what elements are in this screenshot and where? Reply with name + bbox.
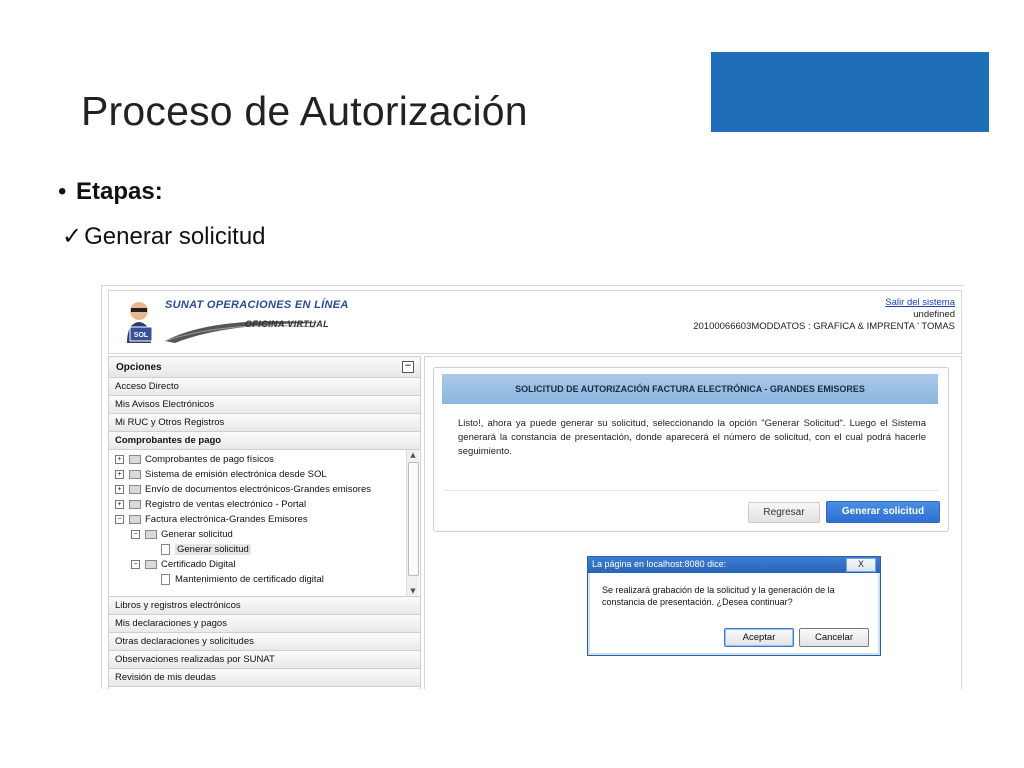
tree-item-comprobantes-fisicos[interactable]: + Comprobantes de pago físicos	[115, 454, 274, 468]
sidebar-item-label: Libros y registros electrónicos	[115, 600, 241, 611]
generar-solicitud-button[interactable]: Generar solicitud	[826, 501, 940, 523]
folder-icon	[129, 484, 141, 494]
scroll-up-icon[interactable]: ▲	[407, 450, 419, 460]
tree-item-label: Registro de ventas electrónico - Portal	[145, 499, 307, 510]
tree-item-label: Envío de documentos electrónicos-Grandes…	[145, 484, 372, 495]
folder-icon	[129, 454, 141, 464]
collapse-node-icon[interactable]: −	[131, 529, 140, 539]
expand-icon[interactable]: +	[115, 484, 124, 494]
sidebar-item-deudas[interactable]: Revisión de mis deudas	[109, 669, 420, 687]
sidebar-item-label: Mis declaraciones y pagos	[115, 618, 227, 629]
portal-screenshot: SOL SUNAT OPERACIONES EN LÍNEA OFICINA V…	[101, 285, 964, 689]
sidebar-item-comprobantes[interactable]: Comprobantes de pago	[109, 432, 420, 450]
check-item: ✓Generar solicitud	[62, 222, 266, 251]
user-line-2: 20100066603MODDATOS : GRAFICA & IMPRENTA…	[693, 321, 955, 332]
cancelar-button[interactable]: Cancelar	[799, 628, 869, 647]
folder-icon	[129, 469, 141, 479]
folder-open-icon	[145, 529, 157, 539]
sidebar-item-label: Mi RUC y Otros Registros	[115, 417, 225, 428]
folder-open-icon	[129, 514, 141, 524]
document-icon	[161, 544, 170, 555]
sidebar-item-label: Mis Avisos Electrónicos	[115, 399, 215, 410]
sidebar-item-label: Revisión de mis deudas	[115, 672, 216, 683]
tree-item-envio-documentos[interactable]: + Envío de documentos electrónicos-Grande…	[115, 484, 371, 498]
expand-icon[interactable]: +	[115, 499, 124, 509]
dialog-titlebar: La página en localhost:8080 dice: X	[588, 557, 880, 573]
card-message: Listo!, ahora ya puede generar su solici…	[458, 418, 926, 457]
scroll-thumb[interactable]	[408, 462, 419, 576]
tree-item-label-selected: Generar solicitud	[175, 544, 251, 556]
collapse-icon[interactable]: −	[402, 361, 414, 373]
expand-icon[interactable]: +	[115, 469, 124, 479]
tree-item-generar-solicitud[interactable]: Generar solicitud	[161, 544, 251, 558]
sidebar-item-acceso-directo[interactable]: Acceso Directo	[109, 378, 420, 396]
sidebar-item-libros[interactable]: Libros y registros electrónicos	[109, 597, 420, 615]
regresar-button[interactable]: Regresar	[748, 502, 820, 523]
card-title: SOLICITUD DE AUTORIZACIÓN FACTURA ELECTR…	[442, 374, 938, 404]
tree-item-label: Sistema de emisión electrónica desde SOL	[145, 469, 327, 480]
collapse-node-icon[interactable]: −	[115, 514, 124, 524]
logo-subtitle: OFICINA VIRTUAL	[245, 319, 329, 329]
tree-item-emision-sol[interactable]: + Sistema de emisión electrónica desde SO…	[115, 469, 327, 483]
sidebar-item-label: Acceso Directo	[115, 381, 179, 392]
decorative-blue-block	[711, 52, 989, 132]
document-icon	[161, 574, 170, 585]
sidebar-item-declaraciones[interactable]: Mis declaraciones y pagos	[109, 615, 420, 633]
user-info: Salir del sistema undefined 20100066603M…	[693, 297, 955, 333]
sidebar-item-label: Observaciones realizadas por SUNAT	[115, 654, 275, 665]
tree-item-label: Certificado Digital	[161, 559, 236, 570]
check-item-label: Generar solicitud	[84, 223, 266, 250]
collapse-node-icon[interactable]: −	[131, 559, 140, 569]
sol-person-logo-icon: SOL	[127, 302, 153, 343]
tree-item-label: Factura electrónica-Grandes Emisores	[145, 514, 308, 525]
tree-item-factura-electronica[interactable]: − Factura electrónica-Grandes Emisores	[115, 514, 308, 528]
tree-item-registro-ventas[interactable]: + Registro de ventas electrónico - Portal	[115, 499, 306, 513]
scroll-down-icon[interactable]: ▼	[407, 586, 419, 596]
close-icon[interactable]: X	[846, 558, 876, 572]
tree-scrollbar[interactable]: ▲ ▼	[406, 450, 419, 596]
options-sidebar: Opciones − Acceso Directo Mis Avisos Ele…	[108, 356, 421, 689]
folder-open-icon	[145, 559, 157, 569]
tree-item-label: Comprobantes de pago físicos	[145, 454, 274, 465]
sidebar-item-label: Comprobantes de pago	[115, 435, 222, 446]
solicitud-card: SOLICITUD DE AUTORIZACIÓN FACTURA ELECTR…	[433, 367, 949, 532]
aceptar-button[interactable]: Aceptar	[724, 628, 794, 647]
tree-item-mantenimiento-certificado[interactable]: Mantenimiento de certificado digital	[161, 574, 324, 588]
logout-link[interactable]: Salir del sistema	[885, 297, 955, 308]
sidebar-item-otras-declaraciones[interactable]: Otras declaraciones y solicitudes	[109, 633, 420, 651]
tree-item-label: Mantenimiento de certificado digital	[175, 574, 324, 586]
bullet-dot-icon: •	[58, 178, 67, 205]
tree-item-generar-solicitud-folder[interactable]: − Generar solicitud	[131, 529, 233, 543]
user-line-1: undefined	[913, 309, 955, 320]
portal-header: SOL SUNAT OPERACIONES EN LÍNEA OFICINA V…	[108, 290, 962, 354]
options-title: Opciones	[116, 362, 162, 373]
dialog-message: Se realizará grabación de la solicitud y…	[602, 585, 835, 607]
bullet-etapas: • Etapas:	[58, 178, 163, 206]
comprobantes-tree: + Comprobantes de pago físicos + Sistema d…	[109, 450, 420, 597]
sol-badge-text: SOL	[134, 332, 149, 339]
checkmark-icon: ✓	[62, 223, 83, 250]
logo-title: SUNAT OPERACIONES EN LÍNEA	[165, 299, 349, 311]
options-header: Opciones −	[109, 357, 420, 378]
confirm-dialog: La página en localhost:8080 dice: X Se r…	[587, 556, 881, 656]
folder-icon	[129, 499, 141, 509]
card-divider	[444, 490, 938, 491]
sidebar-item-avisos[interactable]: Mis Avisos Electrónicos	[109, 396, 420, 414]
slide-title: Proceso de Autorización	[81, 88, 528, 134]
tree-item-certificado-digital[interactable]: − Certificado Digital	[131, 559, 235, 573]
tree-item-label: Generar solicitud	[161, 529, 233, 540]
sidebar-item-observaciones[interactable]: Observaciones realizadas por SUNAT	[109, 651, 420, 669]
sidebar-item-label: Otras declaraciones y solicitudes	[115, 636, 254, 647]
dialog-title: La página en localhost:8080 dice:	[592, 559, 727, 569]
main-content: SOLICITUD DE AUTORIZACIÓN FACTURA ELECTR…	[424, 356, 962, 689]
sidebar-item-ruc[interactable]: Mi RUC y Otros Registros	[109, 414, 420, 432]
expand-icon[interactable]: +	[115, 454, 124, 464]
bullet-label: Etapas:	[76, 178, 163, 205]
